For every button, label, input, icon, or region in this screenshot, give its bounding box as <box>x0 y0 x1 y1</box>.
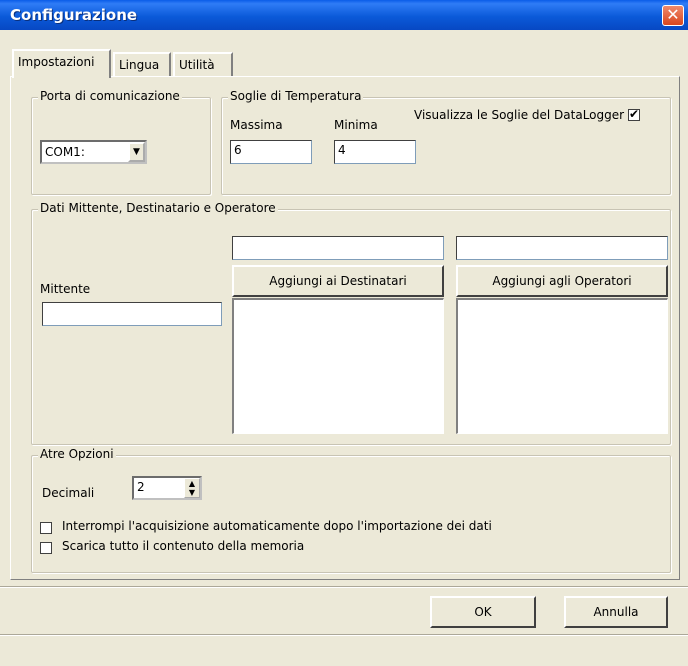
operatore-input[interactable] <box>456 236 668 260</box>
title-bar[interactable]: Configurazione ✕ <box>0 0 688 30</box>
tab-impostazioni[interactable]: Impostazioni <box>12 49 111 78</box>
add-destinatari-button[interactable]: Aggiungi ai Destinatari <box>232 265 444 297</box>
porta-select[interactable]: COM1: ▼ <box>40 140 147 164</box>
arrow-up-icon[interactable]: ▲ <box>185 479 199 488</box>
scarica-label: Scarica tutto il contenuto della memoria <box>62 539 305 553</box>
config-dialog: Configurazione ✕ Impostazioni Lingua Uti… <box>0 0 688 666</box>
massima-label: Massima <box>230 118 283 132</box>
decimali-label: Decimali <box>42 486 95 500</box>
arrow-down-icon[interactable]: ▼ <box>185 488 199 497</box>
minima-input[interactable]: 4 <box>334 140 416 164</box>
tab-panel-impostazioni: Porta di comunicazione COM1: ▼ Soglie di… <box>10 76 680 580</box>
tab-utilita[interactable]: Utilità <box>173 52 233 76</box>
mittente-label: Mittente <box>40 282 91 296</box>
decimali-value: 2 <box>137 480 145 494</box>
group-label: Atre Opzioni <box>38 447 116 461</box>
destinatari-list[interactable] <box>232 298 444 434</box>
minima-label: Minima <box>334 118 378 132</box>
group-soglie: Soglie di Temperatura Massima 6 Minima 4… <box>221 89 671 195</box>
tab-label: Impostazioni <box>18 55 95 69</box>
porta-value: COM1: <box>45 145 85 159</box>
interrompi-checkbox[interactable] <box>40 522 52 534</box>
operatori-list[interactable] <box>456 298 668 434</box>
decimali-stepper[interactable]: 2 ▲ ▼ <box>132 476 202 500</box>
visualizza-label: Visualizza le Soglie del DataLogger <box>414 108 625 122</box>
tab-label: Lingua <box>119 58 160 72</box>
close-icon[interactable]: ✕ <box>662 5 684 26</box>
group-label: Porta di comunicazione <box>38 89 182 103</box>
footer-separator <box>0 586 688 588</box>
status-bar <box>0 636 688 666</box>
interrompi-label: Interrompi l'acquisizione automaticament… <box>62 519 492 533</box>
visualizza-checkbox[interactable]: ✔ <box>628 107 640 121</box>
destinatario-input[interactable] <box>232 236 444 260</box>
group-porta: Porta di comunicazione COM1: ▼ <box>31 89 211 195</box>
cancel-button[interactable]: Annulla <box>564 596 668 628</box>
spin-buttons[interactable]: ▲ ▼ <box>184 478 200 498</box>
window-title: Configurazione <box>10 6 138 24</box>
add-operatori-button[interactable]: Aggiungi agli Operatori <box>456 265 668 297</box>
group-label: Dati Mittente, Destinatario e Operatore <box>38 201 278 215</box>
massima-input[interactable]: 6 <box>230 140 312 164</box>
check-icon: ✔ <box>629 107 640 121</box>
group-opzioni: Atre Opzioni Decimali 2 ▲ ▼ Interrompi l… <box>31 447 671 573</box>
ok-button[interactable]: OK <box>430 596 536 628</box>
group-dati: Dati Mittente, Destinatario e Operatore … <box>31 201 671 445</box>
tab-lingua[interactable]: Lingua <box>113 52 171 76</box>
chevron-down-icon[interactable]: ▼ <box>128 142 145 162</box>
scarica-checkbox[interactable] <box>40 542 52 554</box>
mittente-input[interactable] <box>42 302 222 326</box>
tab-label: Utilità <box>179 58 215 72</box>
group-label: Soglie di Temperatura <box>228 89 364 103</box>
